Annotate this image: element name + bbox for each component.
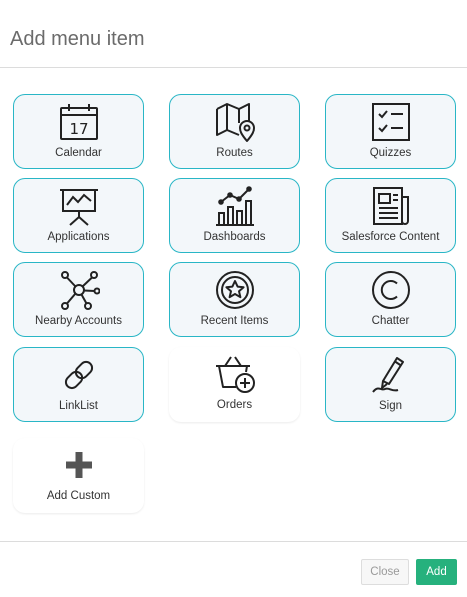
tile-label: Salesforce Content — [341, 231, 440, 243]
dialog-title: Add menu item — [10, 28, 145, 50]
tile-label: Sign — [378, 400, 403, 412]
newspaper-icon — [370, 185, 412, 227]
tile-label: Add Custom — [46, 490, 111, 502]
plus-icon — [58, 444, 100, 486]
add-button[interactable]: Add — [416, 559, 457, 585]
tile-label: Routes — [216, 147, 253, 159]
presentation-chart-icon — [58, 185, 100, 227]
tile-label: LinkList — [59, 400, 98, 412]
tile-sign[interactable]: Sign — [325, 347, 456, 422]
calendar-icon: 17 — [58, 101, 100, 143]
tile-label: Dashboards — [203, 231, 266, 243]
copyright-c-icon — [370, 269, 412, 311]
tile-recent-items[interactable]: Recent Items — [169, 262, 300, 337]
svg-text:17: 17 — [69, 120, 88, 138]
dialog-header: Add menu item — [0, 0, 467, 68]
tile-quizzes[interactable]: Quizzes — [325, 94, 456, 169]
close-button[interactable]: Close — [361, 559, 409, 585]
checklist-icon — [370, 101, 412, 143]
bar-chart-icon — [214, 185, 256, 227]
tile-calendar[interactable]: 17 Calendar — [13, 94, 144, 169]
tile-salesforce-content[interactable]: Salesforce Content — [325, 178, 456, 253]
network-hub-icon — [58, 269, 100, 311]
pen-sign-icon — [370, 354, 412, 396]
tile-label: Calendar — [55, 147, 102, 159]
tile-chatter[interactable]: Chatter — [325, 262, 456, 337]
tile-routes[interactable]: Routes — [169, 94, 300, 169]
tile-label: Chatter — [371, 315, 410, 327]
tile-label: Quizzes — [369, 147, 412, 159]
star-badge-icon — [214, 269, 256, 311]
dialog-footer: Close Add — [0, 541, 467, 597]
tile-applications[interactable]: Applications — [13, 178, 144, 253]
tile-orders[interactable]: Orders — [169, 347, 300, 422]
link-icon — [58, 354, 100, 396]
tile-linklist[interactable]: LinkList — [13, 347, 144, 422]
tile-dashboards[interactable]: Dashboards — [169, 178, 300, 253]
tile-label: Orders — [216, 399, 253, 411]
tile-nearby-accounts[interactable]: Nearby Accounts — [13, 262, 144, 337]
tile-label: Applications — [47, 231, 110, 243]
tile-label: Nearby Accounts — [35, 315, 122, 327]
add-menu-item-dialog: Add menu item 17 Calendar Routes Quizzes… — [0, 0, 467, 597]
map-pin-icon — [214, 101, 256, 143]
basket-plus-icon — [214, 353, 256, 395]
tile-add-custom[interactable]: Add Custom — [13, 438, 144, 513]
tile-label: Recent Items — [200, 315, 269, 327]
